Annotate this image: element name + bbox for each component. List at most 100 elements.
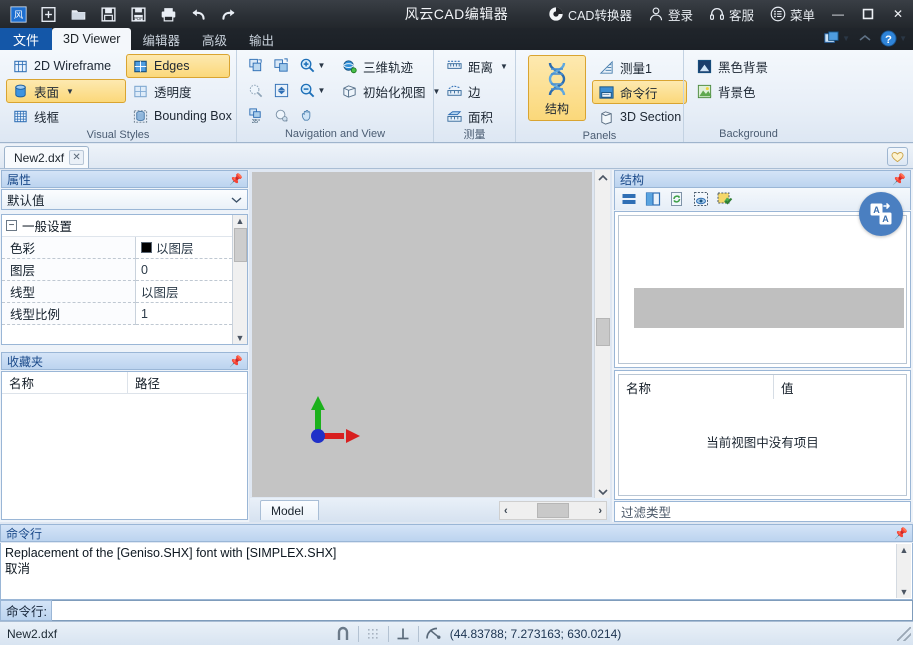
resize-grip[interactable]: [897, 626, 912, 641]
zoom-previous-icon[interactable]: [243, 79, 267, 102]
favorites-column-path[interactable]: 路径: [128, 372, 247, 393]
zoom-select-icon[interactable]: [269, 54, 293, 77]
undo-icon[interactable]: [184, 1, 212, 27]
zoom-out-button[interactable]: ▼: [295, 79, 329, 102]
pin-icon[interactable]: 📌: [894, 527, 908, 540]
command-output[interactable]: Replacement of the [Geniso.SHX] font wit…: [0, 543, 913, 600]
ribbon-item-wireframe[interactable]: 线框: [6, 104, 126, 128]
ribbon-item-background-color[interactable]: 背景色: [690, 79, 774, 103]
ribbon-item-distance[interactable]: 距离 ▼: [440, 54, 514, 78]
ribbon-item-transparency[interactable]: 透明度: [126, 79, 230, 103]
ribbon-item-bounding-box[interactable]: Bounding Box: [126, 104, 232, 128]
command-input[interactable]: [52, 600, 913, 621]
property-value[interactable]: 1: [136, 303, 232, 325]
ribbon-item-black-background[interactable]: 黑色背景: [690, 54, 774, 78]
zoom-window-icon[interactable]: [243, 54, 267, 77]
viewport-horizontal-scrollbar[interactable]: ‹ ›: [499, 501, 607, 520]
collapse-ribbon-icon[interactable]: [855, 29, 875, 47]
scroll-up-icon[interactable]: ▲: [236, 216, 245, 226]
tab-advanced[interactable]: 高级: [191, 28, 238, 50]
cad-converter-button[interactable]: CAD转换器: [540, 0, 640, 28]
collapse-expander-icon[interactable]: −: [6, 220, 17, 231]
favorite-toggle-button[interactable]: [887, 147, 908, 166]
ribbon-item-area[interactable]: 面积: [440, 104, 514, 128]
ribbon-item-surface[interactable]: 表面 ▼: [6, 79, 126, 103]
minimize-button[interactable]: —: [823, 0, 853, 28]
column-header-value[interactable]: 值: [774, 375, 906, 399]
property-value-cell[interactable]: 以图层: [136, 237, 232, 259]
scroll-left-icon[interactable]: ‹: [504, 505, 508, 517]
tab-3d-viewer[interactable]: 3D Viewer: [52, 28, 132, 50]
chevron-down-icon[interactable]: ▼: [318, 86, 326, 95]
ribbon-item-edge[interactable]: 边: [440, 79, 514, 103]
zoom-in-button[interactable]: ▼: [295, 54, 329, 77]
chevron-down-icon[interactable]: ▼: [500, 62, 508, 71]
chevron-down-icon[interactable]: ▼: [842, 34, 850, 43]
viewport-vertical-scrollbar[interactable]: [594, 170, 610, 500]
table-row[interactable]: 线型比例 1: [2, 303, 232, 325]
print-icon[interactable]: [154, 1, 182, 27]
scroll-down-icon[interactable]: ▼: [236, 333, 245, 343]
structure-tree[interactable]: [614, 211, 911, 368]
properties-target-combo[interactable]: 默认值: [1, 189, 248, 210]
table-row[interactable]: 线型 以图层: [2, 281, 232, 303]
ribbon-item-initial-view[interactable]: 初始化视图 ▼: [335, 79, 446, 103]
chevron-down-icon[interactable]: ▼: [318, 61, 326, 70]
ribbon-item-edges[interactable]: Edges: [126, 54, 230, 78]
login-button[interactable]: 登录: [640, 0, 701, 28]
3d-viewport[interactable]: [252, 172, 592, 497]
zoom-realtime-icon[interactable]: [269, 104, 293, 127]
pin-icon[interactable]: 📌: [229, 355, 243, 368]
zoom-extents-icon[interactable]: [269, 79, 293, 102]
pin-icon[interactable]: 📌: [892, 173, 906, 186]
save-icon[interactable]: [94, 1, 122, 27]
maximize-button[interactable]: [853, 0, 883, 28]
ortho-icon[interactable]: [393, 624, 414, 644]
panel-structure-button[interactable]: 结构: [528, 55, 586, 121]
collapse-all-icon[interactable]: [619, 190, 639, 208]
pan-hand-icon[interactable]: [295, 104, 319, 127]
ribbon-item-2d-wireframe[interactable]: 2D Wireframe: [6, 54, 126, 78]
properties-group-general[interactable]: − 一般设置: [2, 215, 232, 237]
grid-snap-icon[interactable]: [363, 624, 384, 644]
scrollbar-thumb[interactable]: [537, 503, 569, 518]
property-value[interactable]: 以图层: [136, 281, 232, 303]
pin-icon[interactable]: 📌: [229, 173, 243, 186]
isolate-icon[interactable]: [691, 190, 711, 208]
property-value[interactable]: 0: [136, 259, 232, 281]
split-view-icon[interactable]: [643, 190, 663, 208]
ribbon-item-3d-section[interactable]: 3D Section: [592, 105, 687, 129]
help-icon[interactable]: ? ▼: [878, 29, 909, 48]
table-row[interactable]: 图层 0: [2, 259, 232, 281]
scroll-right-icon[interactable]: ›: [598, 505, 602, 517]
chevron-down-icon[interactable]: ▼: [66, 87, 74, 96]
document-tab-new2[interactable]: New2.dxf ✕: [4, 146, 90, 168]
tab-output[interactable]: 输出: [238, 28, 285, 50]
ribbon-item-command-line[interactable]: 命令行: [592, 80, 688, 104]
osnap-icon[interactable]: [333, 624, 354, 644]
scroll-down-icon[interactable]: ▼: [900, 587, 909, 597]
menu-button[interactable]: 菜单: [762, 0, 823, 28]
polar-icon[interactable]: [423, 624, 444, 644]
column-header-name[interactable]: 名称: [619, 375, 774, 399]
filter-type-input[interactable]: 过滤类型: [614, 501, 911, 522]
refresh-tree-icon[interactable]: [667, 190, 687, 208]
ribbon-item-measure1[interactable]: 测量1: [592, 55, 687, 79]
scrollbar-thumb[interactable]: [596, 318, 610, 346]
close-button[interactable]: ✕: [883, 0, 913, 28]
support-button[interactable]: 客服: [701, 0, 762, 28]
tab-editor[interactable]: 编辑器: [131, 28, 191, 50]
open-folder-icon[interactable]: [64, 1, 92, 27]
app-logo-icon[interactable]: 风: [4, 1, 32, 27]
scrollbar-thumb[interactable]: [233, 228, 247, 262]
save-pdf-icon[interactable]: PDF: [124, 1, 152, 27]
chevron-down-icon[interactable]: ▼: [899, 34, 907, 43]
select-visible-icon[interactable]: [715, 190, 735, 208]
close-icon[interactable]: ✕: [69, 150, 85, 165]
ribbon-item-3d-orbit[interactable]: 三维轨迹: [335, 54, 446, 78]
structure-tree-item[interactable]: [634, 288, 904, 328]
tab-file[interactable]: 文件: [0, 28, 53, 50]
properties-scrollbar[interactable]: ▲ ▼: [232, 215, 247, 344]
new-file-icon[interactable]: [34, 1, 62, 27]
redo-icon[interactable]: [214, 1, 242, 27]
